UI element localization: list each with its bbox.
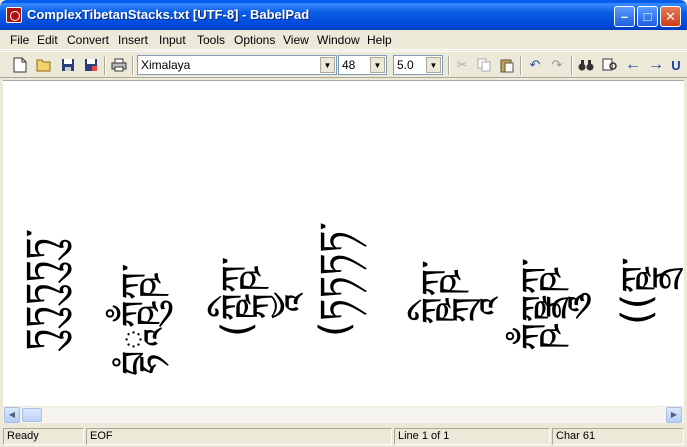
line-spacing-select[interactable]: 5.0 ▼: [393, 55, 443, 75]
chevron-down-icon[interactable]: ▼: [370, 57, 385, 73]
cut-icon[interactable]: ✂: [453, 56, 471, 74]
text-line: (ཀྵྐྱཱིཀྵ་: [214, 256, 260, 337]
arrow-left-icon[interactable]: ←: [624, 56, 642, 74]
new-file-icon[interactable]: [11, 56, 29, 74]
line-spacing-value: 5.0: [397, 58, 414, 72]
copy-icon[interactable]: [475, 56, 493, 74]
save-icon[interactable]: [59, 56, 77, 74]
text-line: ((ཀྵྣྲ་: [614, 257, 660, 325]
font-name-select[interactable]: Ximalaya ▼: [137, 55, 337, 75]
menu-bar: File Edit Convert Insert Input Tools Opt…: [0, 30, 687, 50]
toolbar-separator: [520, 56, 522, 75]
toolbar-separator: [448, 56, 450, 75]
menu-edit[interactable]: Edit: [37, 33, 58, 47]
window-title: ComplexTibetanStacks.txt [UTF-8] - Babel…: [27, 7, 310, 22]
toolbar-separator: [132, 56, 134, 75]
undo-icon[interactable]: ↶: [526, 56, 544, 74]
chevron-down-icon[interactable]: ▼: [426, 57, 441, 73]
minimize-button[interactable]: –: [614, 6, 635, 27]
document-area[interactable]: ཏུཏུཏུཏུཏུ་ བྷཾཱཀྵུྃཀྵ་ (ཀྵྐྱཱིཀྵ་ (ཏཏཏཏ…: [3, 80, 684, 406]
babelpad-app-icon[interactable]: [6, 7, 22, 23]
text-line: ཀྵྃཀྵྣྲཱུཀྵ་: [514, 258, 560, 351]
print-icon[interactable]: [110, 56, 128, 74]
text-line: བྷཾཱཀྵུྃཀྵ་: [114, 263, 160, 376]
close-button[interactable]: ✕: [660, 6, 681, 27]
menu-convert[interactable]: Convert: [67, 33, 109, 47]
status-state: Ready: [3, 428, 84, 445]
status-line: Line 1 of 1: [394, 428, 550, 445]
menu-tools[interactable]: Tools: [197, 33, 225, 47]
menu-file[interactable]: File: [10, 33, 29, 47]
maximize-button[interactable]: □: [637, 6, 658, 27]
chevron-down-icon[interactable]: ▼: [320, 57, 335, 73]
scroll-left-icon[interactable]: ◀: [4, 407, 20, 423]
font-size-select[interactable]: 48 ▼: [338, 55, 387, 75]
arrow-right-icon[interactable]: →: [647, 56, 665, 74]
status-position: EOF: [86, 428, 392, 445]
menu-input[interactable]: Input: [159, 33, 186, 47]
unicode-icon[interactable]: U: [669, 56, 683, 74]
paste-icon[interactable]: [498, 56, 516, 74]
menu-help[interactable]: Help: [367, 33, 392, 47]
find-replace-icon[interactable]: [601, 56, 619, 74]
menu-insert[interactable]: Insert: [118, 33, 148, 47]
scroll-thumb[interactable]: [22, 408, 42, 422]
font-size-value: 48: [342, 58, 356, 72]
open-folder-icon[interactable]: [35, 56, 53, 74]
toolbar-separator: [571, 56, 573, 75]
redo-icon[interactable]: ↷: [548, 56, 566, 74]
scroll-right-icon[interactable]: ▶: [666, 407, 682, 423]
toolbar-separator: [104, 56, 106, 75]
menu-window[interactable]: Window: [317, 33, 360, 47]
text-line: (ཏཏཏཏ་: [312, 222, 358, 337]
menu-view[interactable]: View: [283, 33, 309, 47]
font-name-value: Ximalaya: [141, 58, 191, 72]
toolbar: Ximalaya ▼ 48 ▼ 5.0 ▼ ✂ ↶ ↷ ← → U: [0, 51, 687, 78]
status-char: Char 61: [552, 428, 684, 445]
save-all-icon[interactable]: [82, 56, 100, 74]
status-bar: Ready EOF Line 1 of 1 Char 61: [0, 425, 687, 447]
horizontal-scrollbar[interactable]: ◀ ▶: [3, 406, 684, 423]
menu-options[interactable]: Options: [234, 33, 275, 47]
title-bar: ComplexTibetanStacks.txt [UTF-8] - Babel…: [0, 0, 687, 30]
find-binoculars-icon[interactable]: [577, 56, 595, 74]
text-line: ཏུཏུཏུཏུཏུ་: [18, 229, 64, 351]
text-line: ཀྵྐྲཱིཀྵ་: [414, 260, 460, 325]
